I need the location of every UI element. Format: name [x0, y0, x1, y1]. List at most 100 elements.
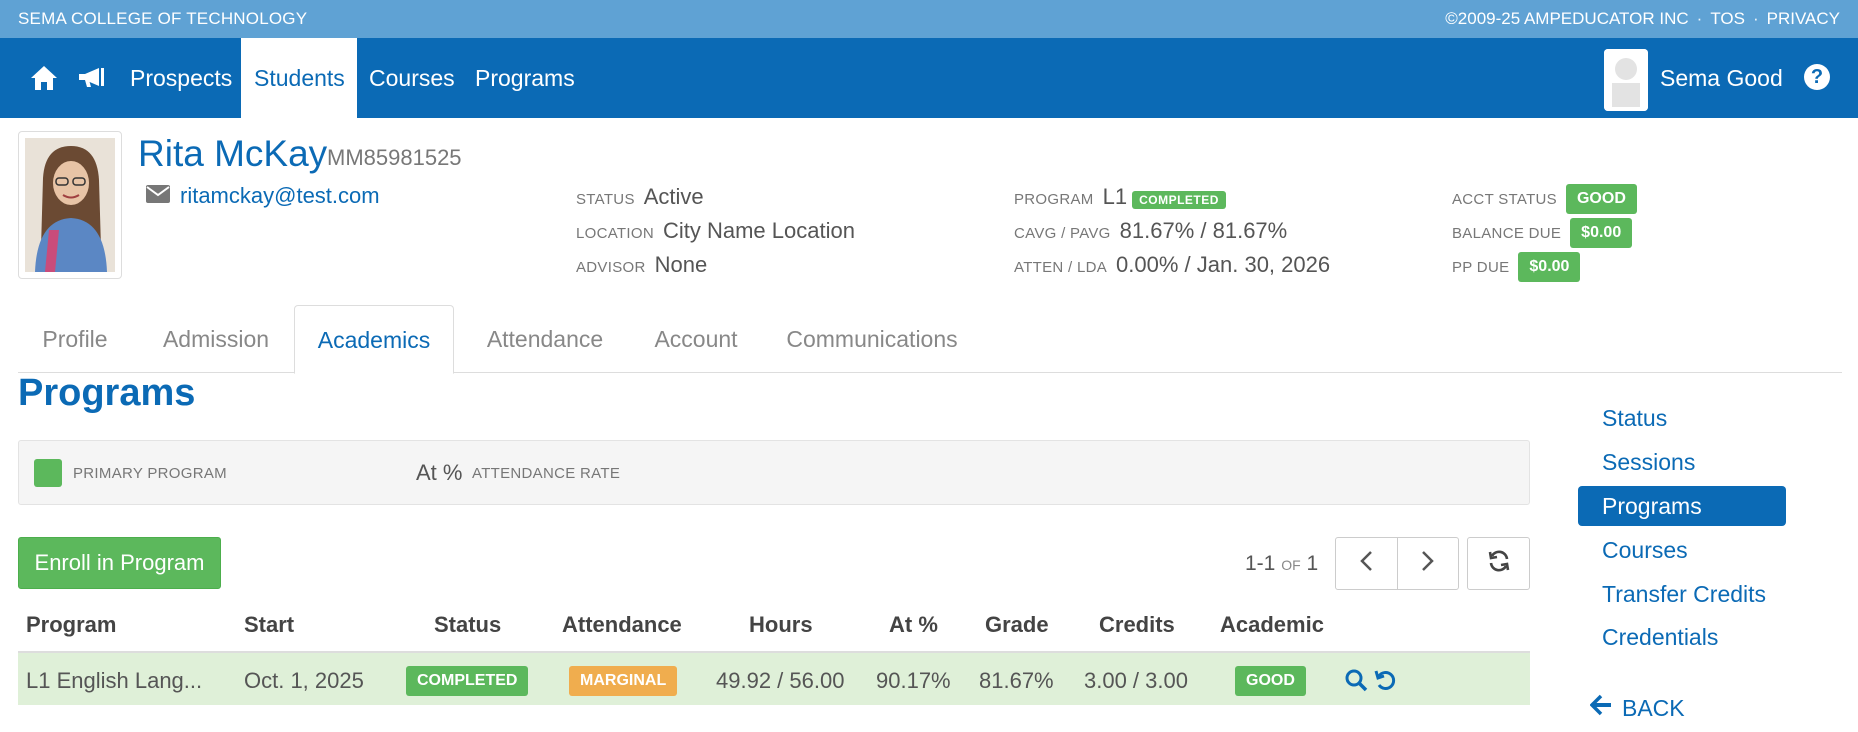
tos-link[interactable]: TOS	[1710, 9, 1745, 29]
primary-program-label: PRIMARY PROGRAM	[73, 465, 227, 482]
legend-box: PRIMARY PROGRAM At % ATTENDANCE RATE	[18, 440, 1530, 505]
student-photo	[18, 131, 122, 279]
program-row: PROGRAM L1 COMPLETED	[1014, 184, 1226, 210]
student-id: MM85981525	[327, 145, 462, 170]
pp-due-label: PP DUE	[1452, 258, 1510, 276]
student-tabs: Profile Admission Academics Attendance A…	[18, 305, 1842, 374]
megaphone-icon[interactable]	[76, 38, 108, 118]
attendance-badge: MARGINAL	[569, 666, 678, 696]
separator: ·	[1696, 9, 1703, 28]
refresh-button[interactable]	[1467, 537, 1530, 590]
pager-count: 1-1 OF 1	[1245, 552, 1318, 576]
cell-program[interactable]: L1 English Lang...	[26, 668, 202, 694]
back-link[interactable]: BACK	[1589, 694, 1685, 722]
nav-programs[interactable]: Programs	[462, 38, 588, 118]
chevron-left-icon	[1359, 550, 1373, 577]
student-name: Rita McKay	[138, 133, 328, 174]
academic-badge: GOOD	[1235, 666, 1306, 696]
tab-communications[interactable]: Communications	[770, 305, 974, 373]
cell-hours: 49.92 / 56.00	[716, 668, 845, 693]
pp-due-badge: $0.00	[1518, 252, 1581, 282]
user-avatar[interactable]	[1604, 49, 1648, 111]
nav-students[interactable]: Students	[241, 38, 357, 118]
main-nav: Prospects Students Courses Programs Sema…	[0, 38, 1858, 118]
side-nav-sessions[interactable]: Sessions	[1578, 442, 1786, 482]
program-value: L1	[1102, 184, 1128, 209]
tab-account[interactable]: Account	[636, 305, 756, 373]
nav-courses[interactable]: Courses	[356, 38, 468, 118]
cell-start: Oct. 1, 2025	[244, 668, 364, 693]
tab-academics[interactable]: Academics	[294, 305, 454, 374]
column-header-attendance[interactable]: Attendance	[562, 612, 682, 638]
side-nav-transfer-credits[interactable]: Transfer Credits	[1578, 574, 1786, 614]
status-label: STATUS	[576, 191, 635, 208]
refresh-icon	[1487, 549, 1511, 578]
side-nav-courses[interactable]: Courses	[1578, 530, 1786, 570]
attendance-rate-symbol: At %	[416, 460, 463, 485]
program-label: PROGRAM	[1014, 191, 1094, 208]
footer-links: ©2009-25 AMPEDUCATOR INC · TOS · PRIVACY	[1445, 9, 1840, 29]
cell-status: COMPLETED	[406, 666, 529, 696]
arrow-left-icon	[1589, 694, 1612, 722]
back-label: BACK	[1622, 694, 1685, 721]
email-link[interactable]: ritamckay@test.com	[180, 183, 380, 209]
pager-total: 1	[1306, 552, 1319, 575]
nav-prospects[interactable]: Prospects	[117, 38, 245, 118]
attendance-rate-label: ATTENDANCE RATE	[472, 465, 621, 482]
status-badge: COMPLETED	[406, 666, 529, 696]
column-header-program[interactable]: Program	[26, 612, 116, 638]
balance-due-badge: $0.00	[1570, 218, 1633, 248]
balance-due-label: BALANCE DUE	[1452, 224, 1562, 242]
atten-label: ATTEN / LDA	[1014, 259, 1108, 276]
cell-attendance: MARGINAL	[569, 666, 678, 696]
page-title: Programs	[18, 372, 196, 414]
pager-of: OF	[1281, 557, 1301, 573]
status-row: STATUS Active	[576, 184, 704, 210]
column-header-status[interactable]: Status	[434, 612, 501, 638]
copyright-text: ©2009-25 AMPEDUCATOR INC	[1445, 9, 1689, 28]
atten-value: 0.00% / Jan. 30, 2026	[1116, 252, 1331, 277]
column-header-at-pct[interactable]: At %	[889, 612, 938, 638]
advisor-label: ADVISOR	[576, 259, 646, 276]
next-page-button[interactable]	[1396, 538, 1459, 589]
privacy-link[interactable]: PRIVACY	[1767, 9, 1840, 29]
side-nav-credentials[interactable]: Credentials	[1578, 617, 1786, 657]
pager-buttons	[1335, 537, 1459, 590]
college-name: SEMA COLLEGE OF TECHNOLOGY	[18, 9, 308, 28]
chevron-right-icon	[1421, 550, 1435, 577]
pp-due-row: PP DUE $0.00	[1452, 252, 1581, 282]
tab-profile[interactable]: Profile	[18, 305, 132, 373]
tab-attendance[interactable]: Attendance	[470, 305, 620, 373]
undo-icon[interactable]	[1374, 668, 1398, 697]
cell-credits: 3.00 / 3.00	[1084, 668, 1188, 693]
help-icon[interactable]: ?	[1804, 64, 1830, 90]
user-name[interactable]: Sema Good	[1660, 38, 1783, 118]
home-icon[interactable]	[28, 38, 60, 118]
column-header-hours[interactable]: Hours	[749, 612, 813, 638]
column-header-grade[interactable]: Grade	[985, 612, 1049, 638]
envelope-icon	[146, 184, 170, 208]
cell-academic: GOOD	[1235, 666, 1306, 696]
attendance-lda-row: ATTEN / LDA 0.00% / Jan. 30, 2026	[1014, 252, 1330, 278]
column-header-academic[interactable]: Academic	[1220, 612, 1324, 638]
email-row: ritamckay@test.com	[146, 183, 380, 209]
location-label: LOCATION	[576, 225, 654, 242]
search-icon[interactable]	[1344, 668, 1368, 697]
side-nav-status[interactable]: Status	[1578, 398, 1786, 438]
separator: ·	[1752, 9, 1759, 28]
tab-admission[interactable]: Admission	[142, 305, 290, 373]
cavg-row: CAVG / PAVG 81.67% / 81.67%	[1014, 218, 1287, 244]
primary-program-swatch	[34, 459, 62, 487]
cell-at-pct: 90.17%	[876, 668, 951, 693]
column-header-start[interactable]: Start	[244, 612, 294, 638]
cavg-value: 81.67% / 81.67%	[1119, 218, 1288, 243]
top-strip: SEMA COLLEGE OF TECHNOLOGY ©2009-25 AMPE…	[0, 0, 1858, 38]
prev-page-button[interactable]	[1336, 538, 1397, 589]
column-header-credits[interactable]: Credits	[1099, 612, 1175, 638]
side-nav-programs[interactable]: Programs	[1578, 486, 1786, 526]
acct-status-badge: GOOD	[1565, 184, 1637, 214]
enroll-in-program-button[interactable]: Enroll in Program	[18, 537, 221, 589]
advisor-value: None	[654, 252, 708, 277]
cavg-label: CAVG / PAVG	[1014, 225, 1111, 242]
cell-grade: 81.67%	[979, 668, 1054, 693]
